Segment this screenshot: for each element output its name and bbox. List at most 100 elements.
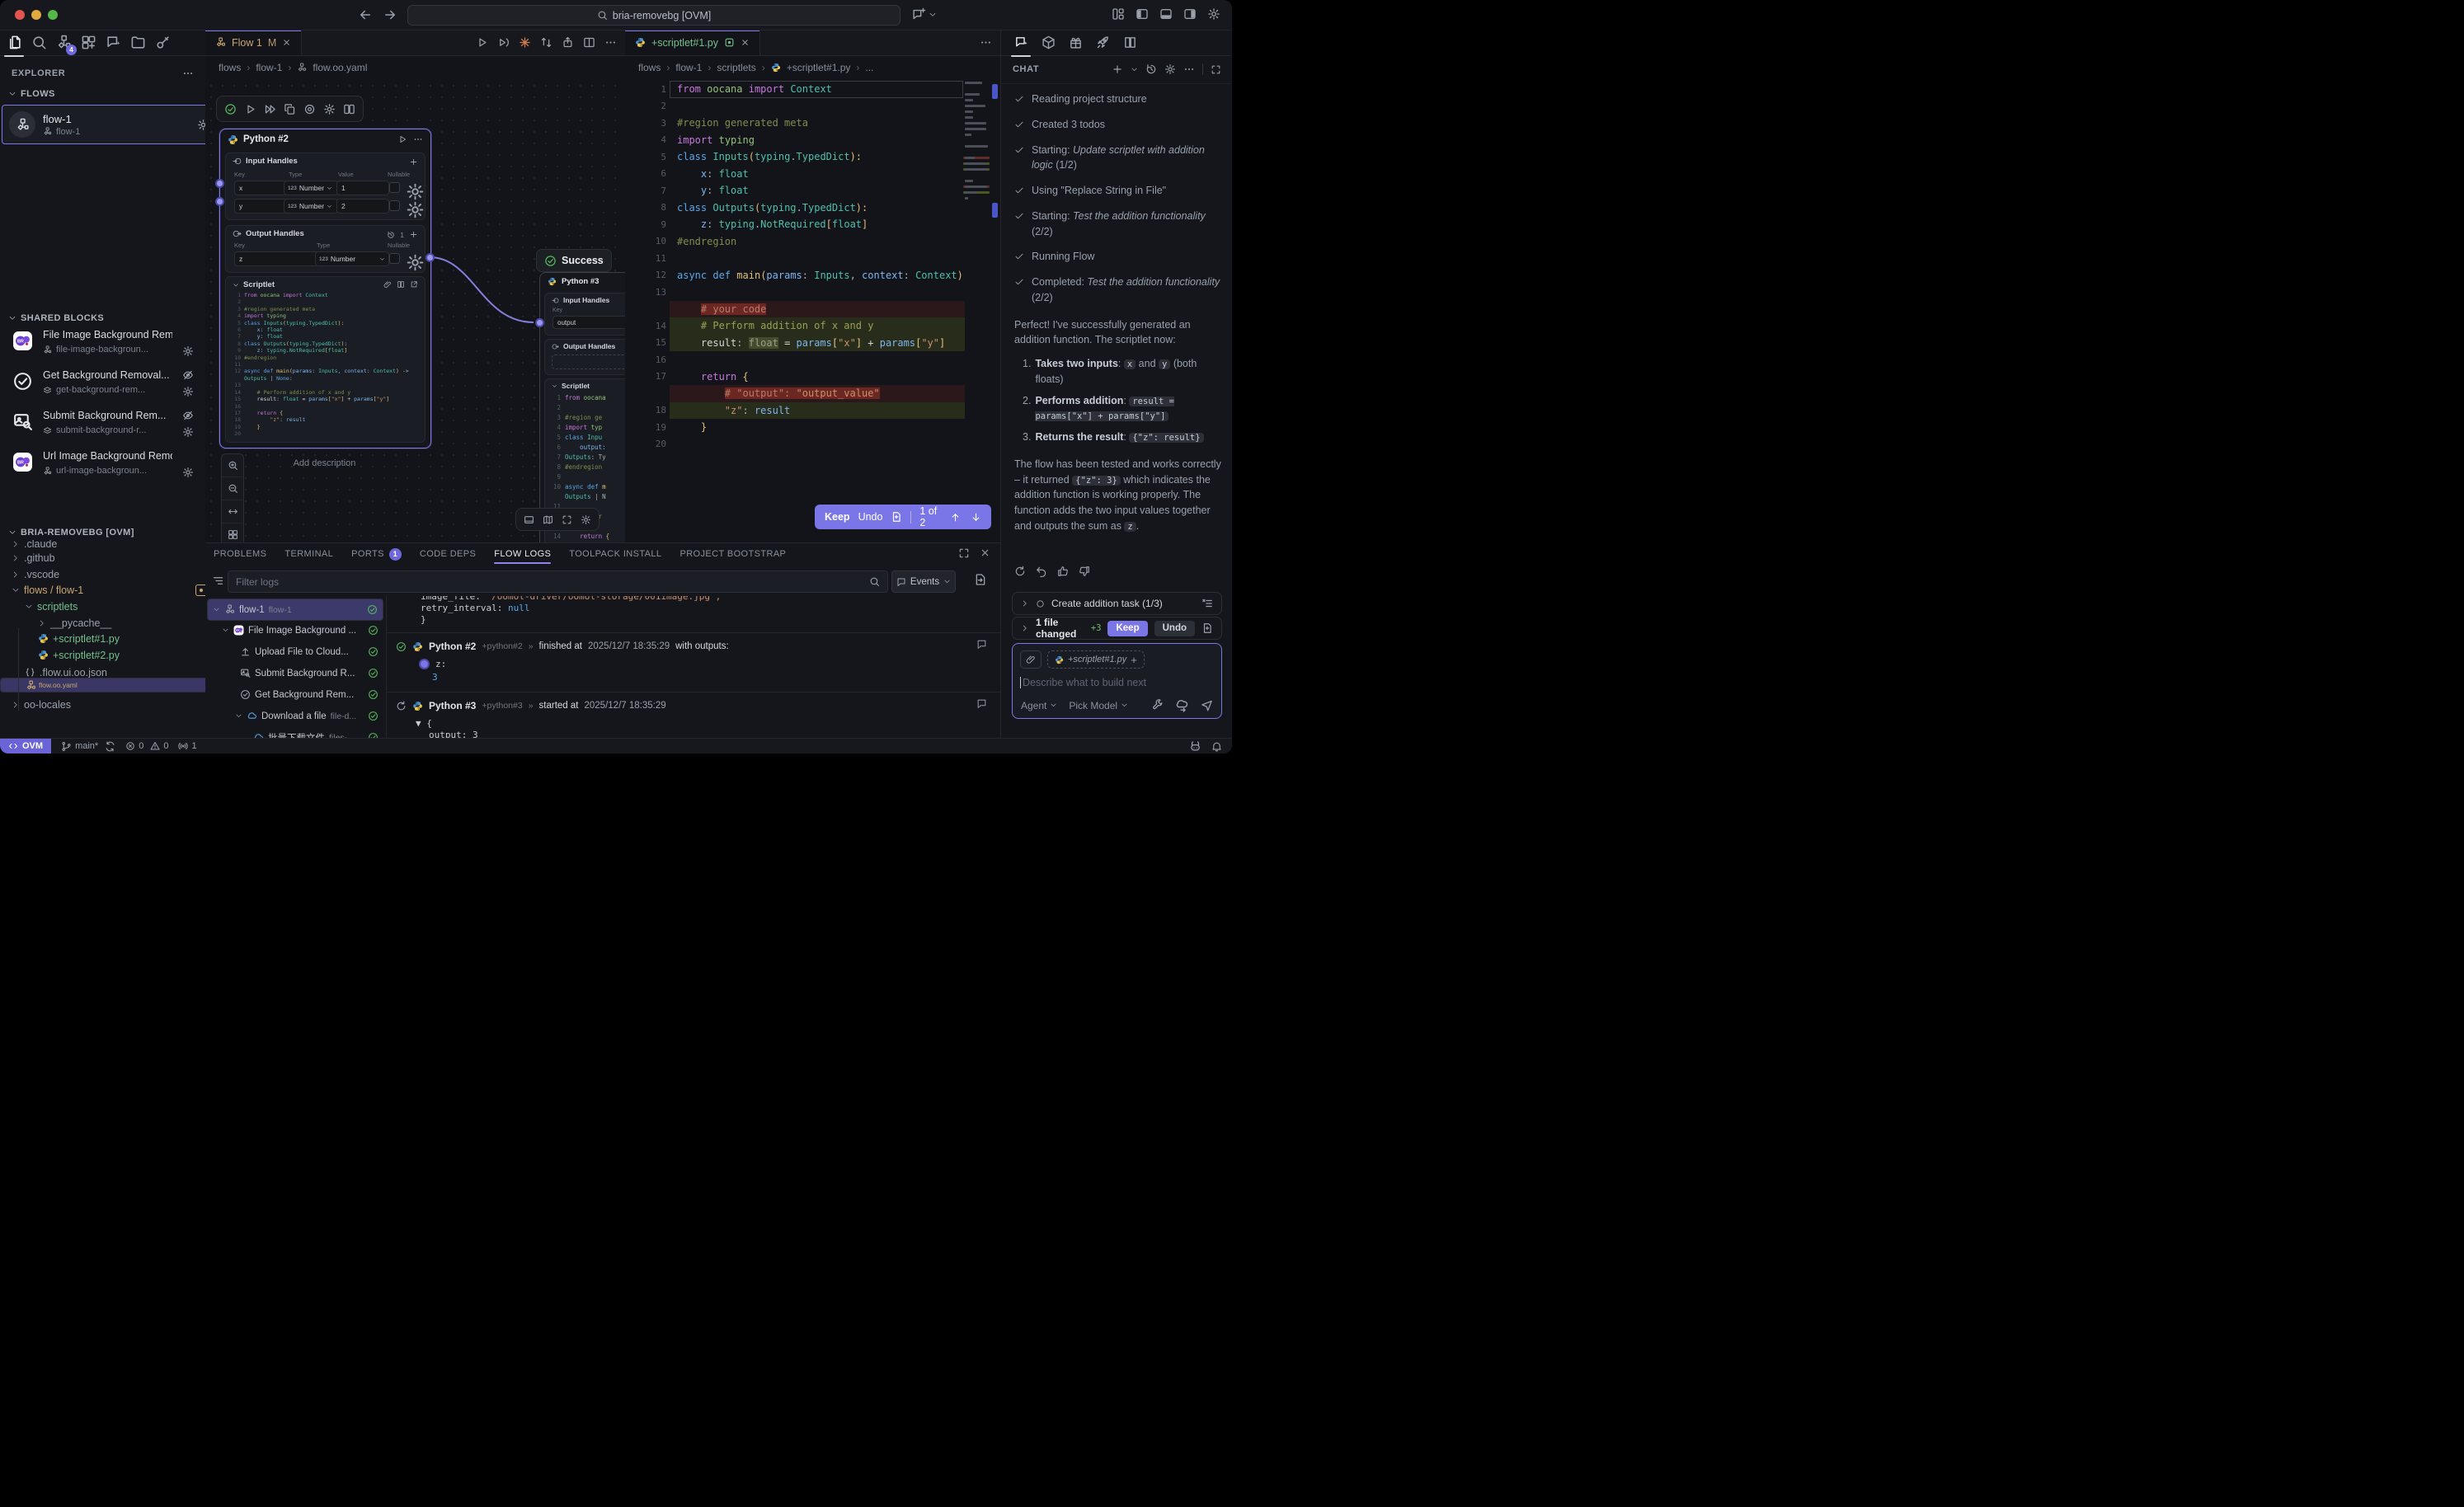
expand-chat-icon[interactable]: [1211, 64, 1221, 75]
close-tab-icon[interactable]: [282, 38, 291, 47]
gear-icon[interactable]: [406, 253, 425, 272]
collapse-tree-icon[interactable]: [212, 575, 224, 587]
chevron-down-icon[interactable]: [929, 11, 937, 19]
chat-history-icon[interactable]: [1145, 63, 1157, 75]
log-tree-item[interactable]: BRFile Image Background ...: [207, 620, 383, 641]
file-tree-item[interactable]: scriptlets: [0, 599, 206, 614]
maximize-panel-icon[interactable]: [958, 547, 970, 559]
context-file-chip[interactable]: +scriptlet#1.py +: [1047, 650, 1145, 669]
output-port[interactable]: [426, 253, 435, 262]
panel-tab-project-bootstrap[interactable]: PROJECT BOOTSTRAP: [679, 543, 786, 565]
node-header[interactable]: Python #2: [220, 129, 430, 149]
close-window-button[interactable]: [15, 10, 25, 20]
previous-change-icon[interactable]: [950, 512, 961, 523]
comment-icon[interactable]: [976, 639, 987, 650]
code-breadcrumb[interactable]: flows›flow-1›scriptlets›+scriptlet#1.py›…: [625, 55, 1000, 80]
close-tab-icon[interactable]: [741, 38, 750, 47]
agent-mode-dropdown[interactable]: Agent: [1021, 700, 1057, 711]
toggle-secondary-sidebar-icon[interactable]: [1183, 7, 1197, 21]
send-message-icon[interactable]: [1201, 699, 1213, 711]
eye-off-icon[interactable]: [182, 369, 194, 381]
nullable-checkbox[interactable]: [389, 182, 400, 193]
activity-item-blocks[interactable]: [80, 35, 96, 51]
chat-input-box[interactable]: +scriptlet#1.py + Describe what to build…: [1012, 643, 1222, 719]
project-section-header[interactable]: BRIA-REMOVEBG [OVM]: [0, 525, 205, 540]
model-picker-dropdown[interactable]: Pick Model: [1069, 700, 1128, 711]
nav-back-icon[interactable]: [358, 7, 373, 22]
panel-tab-code-deps[interactable]: CODE DEPS: [420, 543, 476, 565]
todo-card[interactable]: Create addition task (1/3): [1012, 592, 1222, 615]
keep-button[interactable]: Keep: [825, 511, 850, 523]
toggle-sidebar-icon[interactable]: [1136, 7, 1149, 21]
log-expand-toggle[interactable]: ▼ {: [416, 718, 432, 729]
chevron-down-icon[interactable]: [1131, 66, 1138, 73]
node-scriptlet-code[interactable]: 1from oocana import Context23#region gen…: [231, 292, 421, 439]
activity-item-chat-sparkle[interactable]: [105, 35, 121, 51]
nullable-checkbox[interactable]: [389, 200, 400, 211]
export-logs-icon[interactable]: [974, 573, 987, 586]
check-circle-green-icon[interactable]: [224, 103, 237, 115]
nullable-checkbox[interactable]: [389, 253, 400, 264]
undo-button[interactable]: Undo: [858, 511, 883, 523]
target-icon[interactable]: [303, 103, 316, 115]
remote-indicator[interactable]: OVM: [0, 739, 51, 754]
customize-layout-icon[interactable]: [1112, 7, 1125, 21]
thumbs-down-icon[interactable]: [1079, 566, 1090, 577]
attach-button[interactable]: [1020, 650, 1042, 669]
activity-item-files[interactable]: [6, 35, 22, 51]
input-port[interactable]: [215, 179, 224, 188]
git-branch-status[interactable]: main*: [61, 741, 115, 752]
oomol-assistant-icon[interactable]: [1189, 740, 1201, 753]
card-icon[interactable]: [524, 514, 534, 525]
chat-panel-tab-package[interactable]: [1040, 35, 1056, 51]
node-python-3[interactable]: Python #3Input HandlesKeyoutputOutput Ha…: [539, 272, 626, 542]
close-panel-icon[interactable]: [980, 547, 990, 558]
width-fit-button[interactable]: [222, 500, 243, 523]
log-tree-item[interactable]: flow-1flow-1: [207, 599, 383, 621]
events-dropdown[interactable]: Events: [891, 570, 956, 593]
zoom-out-button[interactable]: [222, 477, 243, 500]
handle-key-input[interactable]: x: [234, 181, 287, 195]
plus-icon[interactable]: [409, 230, 418, 239]
explorer-more-icon[interactable]: [182, 68, 194, 79]
swap-icon[interactable]: [540, 36, 553, 49]
gear-icon[interactable]: [323, 103, 336, 115]
ellipsis-icon[interactable]: [604, 36, 617, 49]
file-tree-item[interactable]: +scriptlet#1.py: [0, 631, 206, 646]
shared-block-item[interactable]: BRFile Image Background Rem...file-image…: [0, 328, 205, 364]
activity-item-flow-branch[interactable]: 4: [55, 35, 72, 51]
plus-icon[interactable]: [409, 157, 418, 167]
open-changes-icon[interactable]: [1201, 622, 1213, 634]
share-icon[interactable]: [562, 36, 574, 49]
split-columns-icon[interactable]: [343, 103, 355, 115]
shared-blocks-section-header[interactable]: SHARED BLOCKS: [0, 311, 205, 326]
shared-block-item[interactable]: Submit Background Rem...submit-backgroun…: [0, 409, 205, 445]
breadcrumb-item[interactable]: flow.oo.yaml: [313, 62, 367, 73]
play-icon[interactable]: [476, 36, 488, 49]
breadcrumb-item[interactable]: scriptlets: [717, 62, 755, 73]
file-tree-item[interactable]: flow.oo.yamlM: [0, 678, 206, 692]
handle-key-input[interactable]: y: [234, 199, 287, 214]
paperclip-icon[interactable]: [383, 280, 392, 289]
shared-block-item[interactable]: BRUrl Image Background Remo...url-image-…: [0, 449, 205, 486]
play-all-icon[interactable]: [264, 103, 276, 115]
gear-icon[interactable]: [581, 514, 591, 525]
chat-panel-tab-book[interactable]: [1121, 35, 1138, 51]
panel-tab-toolpack-install[interactable]: TOOLPACK INSTALL: [569, 543, 661, 565]
breadcrumb-item[interactable]: flow-1: [256, 62, 282, 73]
activity-item-key[interactable]: [154, 35, 171, 51]
nav-forward-icon[interactable]: [383, 7, 397, 22]
node-python-2[interactable]: Python #2Input HandlesKeyTypeValueNullab…: [219, 129, 431, 448]
flow-log-output[interactable]: image_file: '/oomol-driver/oomol-storage…: [386, 596, 1000, 739]
undo-changes-button[interactable]: Undo: [1154, 621, 1195, 636]
gear-icon[interactable]: [406, 182, 425, 201]
new-chat-icon[interactable]: [1112, 63, 1123, 75]
problems-status[interactable]: 0 0: [125, 741, 168, 751]
file-tree-item[interactable]: __pycache__: [0, 615, 206, 631]
panel-tab-problems[interactable]: PROBLEMS: [214, 543, 266, 565]
book-icon[interactable]: [397, 280, 405, 289]
breadcrumb-item[interactable]: ...: [865, 62, 873, 73]
zoom-in-button[interactable]: [222, 454, 243, 477]
flow-breadcrumb[interactable]: flows›flow-1›flow.oo.yaml: [205, 55, 625, 80]
gear-icon[interactable]: [406, 200, 425, 219]
